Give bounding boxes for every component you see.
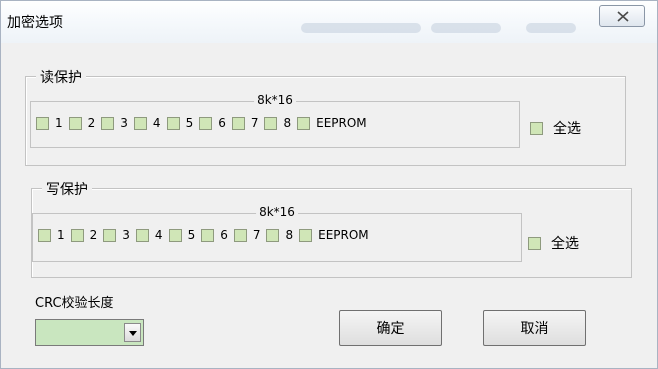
checkbox[interactable] [166, 116, 180, 130]
checkbox[interactable] [297, 116, 311, 130]
checkbox[interactable] [70, 228, 84, 242]
read-protect-label: 读保护 [36, 67, 86, 87]
checkbox[interactable] [101, 116, 115, 130]
read-protect-memory-box: 8k*16 1 2 3 4 5 6 7 8 EEPROM [30, 93, 520, 148]
chevron-down-icon [129, 331, 137, 336]
write-protect-memory-box: 8k*16 1 2 3 4 5 6 7 8 EEPROM [32, 205, 522, 262]
read-protect-option[interactable]: 4 [133, 116, 161, 130]
cancel-button[interactable]: 取消 [483, 310, 586, 346]
checkbox[interactable] [299, 228, 313, 242]
checkbox[interactable] [133, 116, 147, 130]
background-blur [526, 23, 576, 33]
read-protect-group: 读保护 8k*16 1 2 3 4 5 6 7 8 EEPROM 全选 [25, 67, 626, 166]
ok-button[interactable]: 确定 [339, 310, 442, 346]
checkbox[interactable] [528, 236, 541, 250]
checkbox[interactable] [199, 116, 213, 130]
checkbox-label: 5 [187, 228, 196, 242]
read-protect-checkbox-row: 1 2 3 4 5 6 7 8 EEPROM [36, 116, 373, 130]
checkbox-label: EEPROM [316, 116, 367, 130]
read-protect-option[interactable]: 6 [199, 116, 226, 130]
checkbox[interactable] [530, 121, 543, 135]
write-protect-option[interactable]: 6 [201, 228, 228, 242]
write-protect-group: 写保护 8k*16 1 2 3 4 5 6 7 8 EEPROM 全选 [31, 179, 632, 278]
read-protect-select-all[interactable]: 全选 [530, 118, 581, 138]
crc-length-label: CRC校验长度 [35, 296, 114, 311]
checkbox-label: 8 [283, 116, 292, 130]
checkbox-label: 1 [57, 228, 65, 242]
checkbox-label: 6 [218, 116, 226, 130]
write-protect-option[interactable]: 4 [135, 228, 163, 242]
select-all-label: 全选 [551, 236, 579, 252]
checkbox[interactable] [201, 228, 215, 242]
checkbox[interactable] [233, 228, 247, 242]
write-protect-select-all[interactable]: 全选 [528, 233, 579, 253]
checkbox-label: 2 [87, 116, 96, 130]
write-protect-label: 写保护 [42, 179, 92, 199]
checkbox-label: 7 [250, 116, 259, 130]
checkbox-label: 2 [89, 228, 98, 242]
window-title: 加密选项 [7, 15, 63, 31]
read-protect-option[interactable]: 8 [264, 116, 291, 130]
memory-size-label: 8k*16 [256, 205, 298, 219]
write-protect-checkbox-row: 1 2 3 4 5 6 7 8 EEPROM [38, 228, 375, 242]
checkbox[interactable] [168, 228, 182, 242]
write-protect-option[interactable]: 7 [233, 228, 261, 242]
checkbox[interactable] [264, 116, 278, 130]
crc-dropdown-button[interactable] [124, 323, 141, 342]
checkbox[interactable] [266, 228, 280, 242]
crc-length-select[interactable] [35, 319, 144, 346]
checkbox[interactable] [231, 116, 245, 130]
background-blur [301, 23, 421, 33]
select-all-label: 全选 [553, 121, 581, 137]
checkbox[interactable] [135, 228, 149, 242]
memory-size-label: 8k*16 [254, 93, 296, 107]
write-protect-option[interactable]: 5 [168, 228, 196, 242]
encryption-options-dialog: 加密选项 读保护 8k*16 1 2 3 4 5 6 7 8 EEPROM 全选… [0, 0, 658, 369]
close-button[interactable] [599, 5, 645, 27]
checkbox-label: 3 [122, 228, 130, 242]
write-protect-option[interactable]: 1 [38, 228, 65, 242]
write-protect-option[interactable]: 2 [70, 228, 98, 242]
read-protect-option[interactable]: 5 [166, 116, 194, 130]
write-protect-option-eeprom[interactable]: EEPROM [299, 228, 369, 242]
read-protect-option[interactable]: 3 [101, 116, 128, 130]
read-protect-option[interactable]: 1 [36, 116, 63, 130]
read-protect-option-eeprom[interactable]: EEPROM [297, 116, 367, 130]
write-protect-option[interactable]: 3 [103, 228, 130, 242]
close-icon [617, 11, 629, 22]
checkbox-label: 7 [252, 228, 261, 242]
checkbox-label: 4 [154, 228, 163, 242]
read-protect-option[interactable]: 2 [68, 116, 96, 130]
checkbox-label: 5 [185, 116, 194, 130]
checkbox-label: 6 [220, 228, 228, 242]
checkbox-label: 1 [55, 116, 63, 130]
write-protect-option[interactable]: 8 [266, 228, 293, 242]
checkbox-label: 3 [120, 116, 128, 130]
background-blur [431, 23, 501, 33]
checkbox[interactable] [38, 228, 51, 242]
title-bar: 加密选项 [1, 1, 657, 43]
checkbox-label: 8 [285, 228, 294, 242]
checkbox[interactable] [36, 116, 49, 130]
checkbox[interactable] [103, 228, 117, 242]
checkbox[interactable] [68, 116, 82, 130]
checkbox-label: 4 [152, 116, 161, 130]
checkbox-label: EEPROM [318, 228, 369, 242]
read-protect-option[interactable]: 7 [231, 116, 259, 130]
